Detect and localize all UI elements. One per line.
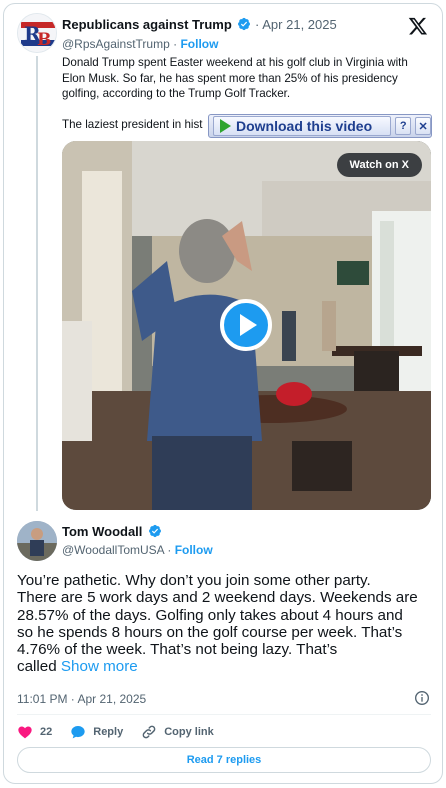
original-handle-row: @RpsAgainstTrump · Follow: [62, 37, 218, 51]
likes-count: 22: [40, 726, 53, 738]
help-button[interactable]: ?: [395, 117, 412, 135]
text-line: You’re pathetic. Why don’t you join some…: [17, 572, 371, 589]
author-avatar[interactable]: R B: [17, 13, 57, 53]
follow-button[interactable]: Follow: [175, 543, 213, 557]
original-header: Republicans against Trump · Apr 21, 2025: [62, 17, 337, 32]
info-icon[interactable]: [414, 690, 430, 706]
play-icon: [220, 119, 231, 133]
separator-dot: ·: [173, 37, 178, 51]
close-button[interactable]: ✕: [415, 117, 431, 135]
show-more-link[interactable]: Show more: [61, 658, 138, 675]
tweet-date[interactable]: Apr 21, 2025: [262, 17, 336, 32]
text-line: Donald Trump spent Easter weekend at his…: [62, 56, 408, 69]
download-video-overlay: Download this video ? ✕: [208, 114, 432, 138]
follow-button[interactable]: Follow: [180, 37, 218, 51]
reply-handle-row: @WoodallTomUSA · Follow: [62, 543, 213, 557]
svg-text:B: B: [37, 30, 51, 50]
separator-dot: ·: [167, 543, 172, 557]
reply-timestamp[interactable]: 11:01 PM · Apr 21, 2025: [17, 692, 146, 706]
separator-dot: ·: [255, 17, 260, 32]
reply-text: You’re pathetic. Why don’t you join some…: [17, 572, 437, 676]
reply-button[interactable]: Reply: [70, 724, 123, 740]
text-line: 28.57% of the days. Golfing only takes a…: [17, 606, 403, 624]
copy-link-label: Copy link: [164, 726, 214, 738]
video-player[interactable]: Watch on X: [62, 141, 431, 510]
heart-icon: [18, 726, 32, 739]
reply-author-name[interactable]: Tom Woodall: [62, 524, 142, 539]
author-handle[interactable]: @RpsAgainstTrump: [62, 37, 170, 51]
action-bar: 22 Reply Copy link: [17, 722, 232, 742]
copy-link-button[interactable]: Copy link: [141, 724, 214, 740]
link-icon: [142, 725, 156, 739]
reply-author-handle[interactable]: @WoodallTomUSA: [62, 543, 164, 557]
verified-badge-icon: [238, 17, 251, 31]
comment-bubble-icon: [71, 726, 85, 739]
text-line: golfing, according to the Trump Golf Tra…: [62, 87, 291, 100]
avatar-photo: [17, 521, 57, 561]
x-logo-icon[interactable]: [408, 16, 428, 36]
tweet-card: R B Republicans against Trump · Apr 21, …: [3, 3, 443, 784]
thread-line: [36, 56, 38, 511]
reply-author-avatar[interactable]: [17, 521, 57, 561]
paragraph-1: Donald Trump spent Easter weekend at his…: [62, 55, 422, 102]
rb-logo-avatar: R B: [18, 14, 56, 52]
text-line: so he spends 8 hours on the golf course …: [17, 623, 403, 641]
text-line-last: called Show more: [17, 658, 437, 675]
download-label: Download this video: [236, 118, 373, 134]
text-line: Elon Musk. So far, he has spent more tha…: [62, 71, 398, 85]
verified-badge-icon: [149, 524, 162, 538]
watch-on-x-button[interactable]: Watch on X: [336, 153, 422, 177]
divider: [17, 714, 431, 715]
read-replies-button[interactable]: Read 7 replies: [17, 747, 431, 773]
text-line: There are 5 work days and 2 weekend days…: [17, 589, 418, 607]
reply-author-row: Tom Woodall: [62, 524, 162, 539]
author-name[interactable]: Republicans against Trump: [62, 17, 232, 32]
like-button[interactable]: 22: [17, 724, 52, 740]
reply-label: Reply: [93, 726, 124, 738]
last-line-text: called: [17, 658, 57, 676]
download-video-button[interactable]: Download this video: [213, 116, 392, 136]
text-line: 4.76% of the week. That’s not being lazy…: [17, 641, 338, 659]
play-triangle: [240, 314, 257, 336]
play-button-icon[interactable]: [220, 299, 272, 351]
